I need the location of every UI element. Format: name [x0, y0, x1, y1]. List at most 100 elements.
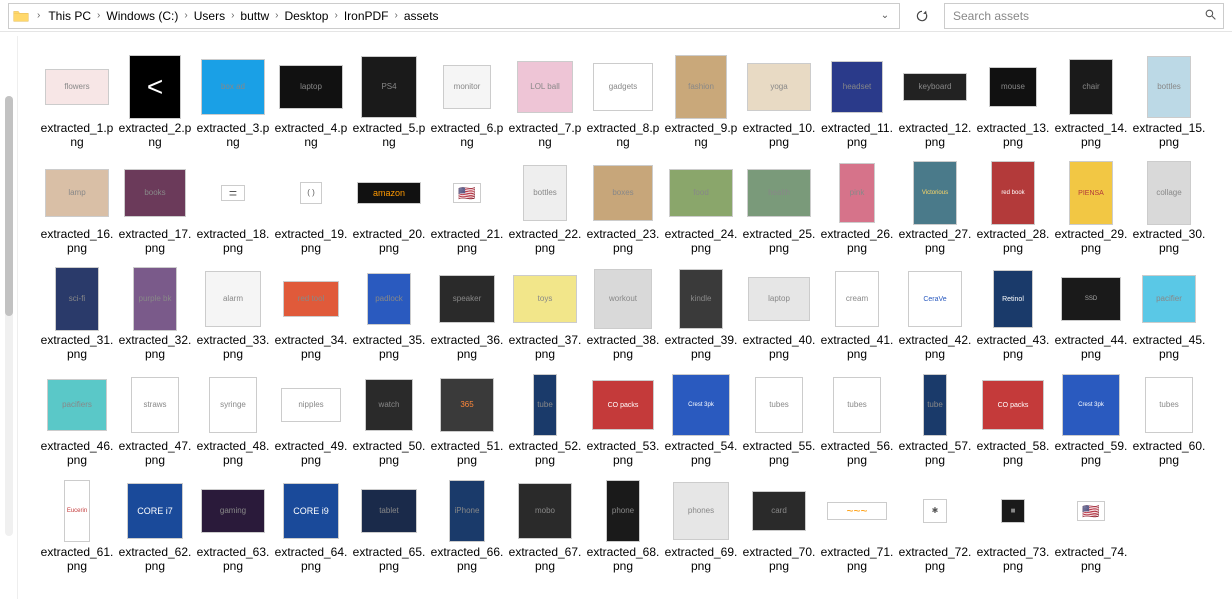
file-item[interactable]: PIENSAextracted_29.png — [1052, 158, 1130, 258]
file-item[interactable]: tubesextracted_56.png — [818, 370, 896, 470]
breadcrumb-dropdown-button[interactable]: ⌄ — [875, 4, 895, 28]
file-label: extracted_48.png — [195, 439, 271, 467]
file-item[interactable]: tubesextracted_60.png — [1130, 370, 1208, 470]
file-thumbnail: = — [201, 161, 265, 225]
file-item[interactable]: monitorextracted_6.png — [428, 52, 506, 152]
file-item[interactable]: gamingextracted_63.png — [194, 476, 272, 576]
file-item[interactable]: speakerextracted_36.png — [428, 264, 506, 364]
file-item[interactable]: chairextracted_14.png — [1052, 52, 1130, 152]
file-item[interactable]: laptopextracted_4.png — [272, 52, 350, 152]
file-item[interactable]: gadgetsextracted_8.png — [584, 52, 662, 152]
file-item[interactable]: sci-fiextracted_31.png — [38, 264, 116, 364]
file-item[interactable]: phonesextracted_69.png — [662, 476, 740, 576]
breadcrumb-segment[interactable]: This PC — [44, 4, 95, 28]
file-item[interactable]: phoneextracted_68.png — [584, 476, 662, 576]
breadcrumb-segment[interactable]: buttw — [236, 4, 273, 28]
file-item[interactable]: flowersextracted_1.png — [38, 52, 116, 152]
file-item[interactable]: watchextracted_50.png — [350, 370, 428, 470]
nav-scrollbar[interactable] — [5, 96, 13, 536]
file-item[interactable]: Retinolextracted_43.png — [974, 264, 1052, 364]
breadcrumb[interactable]: › This PC›Windows (C:)›Users›buttw›Deskt… — [8, 3, 900, 29]
chevron-right-icon[interactable]: › — [332, 10, 339, 21]
file-item[interactable]: padlockextracted_35.png — [350, 264, 428, 364]
chevron-right-icon[interactable]: › — [95, 10, 102, 21]
search-box[interactable] — [944, 3, 1224, 29]
file-item[interactable]: iPhoneextracted_66.png — [428, 476, 506, 576]
file-item[interactable]: Victoriousextracted_27.png — [896, 158, 974, 258]
file-item[interactable]: tubesextracted_55.png — [740, 370, 818, 470]
refresh-button[interactable] — [908, 3, 936, 29]
file-item[interactable]: CORE i9extracted_64.png — [272, 476, 350, 576]
file-item[interactable]: red bookextracted_28.png — [974, 158, 1052, 258]
file-item[interactable]: bottlesextracted_15.png — [1130, 52, 1208, 152]
file-item[interactable]: 🇺🇸extracted_21.png — [428, 158, 506, 258]
file-item[interactable]: 365extracted_51.png — [428, 370, 506, 470]
file-item[interactable]: cardextracted_70.png — [740, 476, 818, 576]
file-item[interactable]: PS4extracted_5.png — [350, 52, 428, 152]
file-item[interactable]: foodextracted_24.png — [662, 158, 740, 258]
file-item[interactable]: Crest 3pkextracted_59.png — [1052, 370, 1130, 470]
file-item[interactable]: ■extracted_73.png — [974, 476, 1052, 576]
file-item[interactable]: tubeextracted_52.png — [506, 370, 584, 470]
file-item[interactable]: mouseextracted_13.png — [974, 52, 1052, 152]
file-thumbnail: amazon — [357, 161, 421, 225]
file-item[interactable]: healthextracted_25.png — [740, 158, 818, 258]
file-item[interactable]: keyboardextracted_12.png — [896, 52, 974, 152]
file-item[interactable]: booksextracted_17.png — [116, 158, 194, 258]
breadcrumb-segment[interactable]: IronPDF — [340, 4, 393, 28]
file-item[interactable]: bottlesextracted_22.png — [506, 158, 584, 258]
file-list-pane[interactable]: flowersextracted_1.png<extracted_2.pngbo… — [26, 36, 1232, 599]
file-item[interactable]: tabletextracted_65.png — [350, 476, 428, 576]
chevron-right-icon[interactable]: › — [273, 10, 280, 21]
breadcrumb-segment[interactable]: assets — [400, 4, 443, 28]
file-item[interactable]: alarmextracted_33.png — [194, 264, 272, 364]
file-item[interactable]: LOL ballextracted_7.png — [506, 52, 584, 152]
file-item[interactable]: <extracted_2.png — [116, 52, 194, 152]
file-item[interactable]: pacifierextracted_45.png — [1130, 264, 1208, 364]
file-item[interactable]: amazonextracted_20.png — [350, 158, 428, 258]
file-item[interactable]: CeraVeextracted_42.png — [896, 264, 974, 364]
file-item[interactable]: yogaextracted_10.png — [740, 52, 818, 152]
file-item[interactable]: 🇺🇸extracted_74.png — [1052, 476, 1130, 576]
chevron-right-icon[interactable]: › — [35, 10, 42, 21]
chevron-right-icon[interactable]: › — [229, 10, 236, 21]
file-item[interactable]: Eucerinextracted_61.png — [38, 476, 116, 576]
file-item[interactable]: ( )extracted_19.png — [272, 158, 350, 258]
breadcrumb-segment[interactable]: Desktop — [280, 4, 332, 28]
file-item[interactable]: =extracted_18.png — [194, 158, 272, 258]
file-item[interactable]: kindleextracted_39.png — [662, 264, 740, 364]
file-item[interactable]: tubeextracted_57.png — [896, 370, 974, 470]
file-item[interactable]: purple bkextracted_32.png — [116, 264, 194, 364]
file-item[interactable]: boxesextracted_23.png — [584, 158, 662, 258]
file-item[interactable]: Crest 3pkextracted_54.png — [662, 370, 740, 470]
file-item[interactable]: CORE i7extracted_62.png — [116, 476, 194, 576]
file-item[interactable]: strawsextracted_47.png — [116, 370, 194, 470]
file-item[interactable]: collageextracted_30.png — [1130, 158, 1208, 258]
file-item[interactable]: syringeextracted_48.png — [194, 370, 272, 470]
file-item[interactable]: workoutextracted_38.png — [584, 264, 662, 364]
file-item[interactable]: creamextracted_41.png — [818, 264, 896, 364]
file-item[interactable]: headsetextracted_11.png — [818, 52, 896, 152]
file-item[interactable]: toysextracted_37.png — [506, 264, 584, 364]
file-item[interactable]: ✱extracted_72.png — [896, 476, 974, 576]
chevron-right-icon[interactable]: › — [393, 10, 400, 21]
file-item[interactable]: laptopextracted_40.png — [740, 264, 818, 364]
file-item[interactable]: SSDextracted_44.png — [1052, 264, 1130, 364]
file-item[interactable]: CO packsextracted_53.png — [584, 370, 662, 470]
file-item[interactable]: nipplesextracted_49.png — [272, 370, 350, 470]
file-thumbnail: fashion — [669, 55, 733, 119]
file-item[interactable]: box adextracted_3.png — [194, 52, 272, 152]
breadcrumb-segment[interactable]: Windows (C:) — [102, 4, 182, 28]
breadcrumb-segment[interactable]: Users — [190, 4, 229, 28]
file-item[interactable]: pacifiersextracted_46.png — [38, 370, 116, 470]
file-item[interactable]: lampextracted_16.png — [38, 158, 116, 258]
file-item[interactable]: red toolextracted_34.png — [272, 264, 350, 364]
file-item[interactable]: pinkextracted_26.png — [818, 158, 896, 258]
file-item[interactable]: ~~~extracted_71.png — [818, 476, 896, 576]
file-item[interactable]: CO packsextracted_58.png — [974, 370, 1052, 470]
file-item[interactable]: fashionextracted_9.png — [662, 52, 740, 152]
nav-scrollbar-thumb[interactable] — [5, 96, 13, 316]
chevron-right-icon[interactable]: › — [182, 10, 189, 21]
search-input[interactable] — [951, 8, 1198, 24]
file-item[interactable]: moboextracted_67.png — [506, 476, 584, 576]
